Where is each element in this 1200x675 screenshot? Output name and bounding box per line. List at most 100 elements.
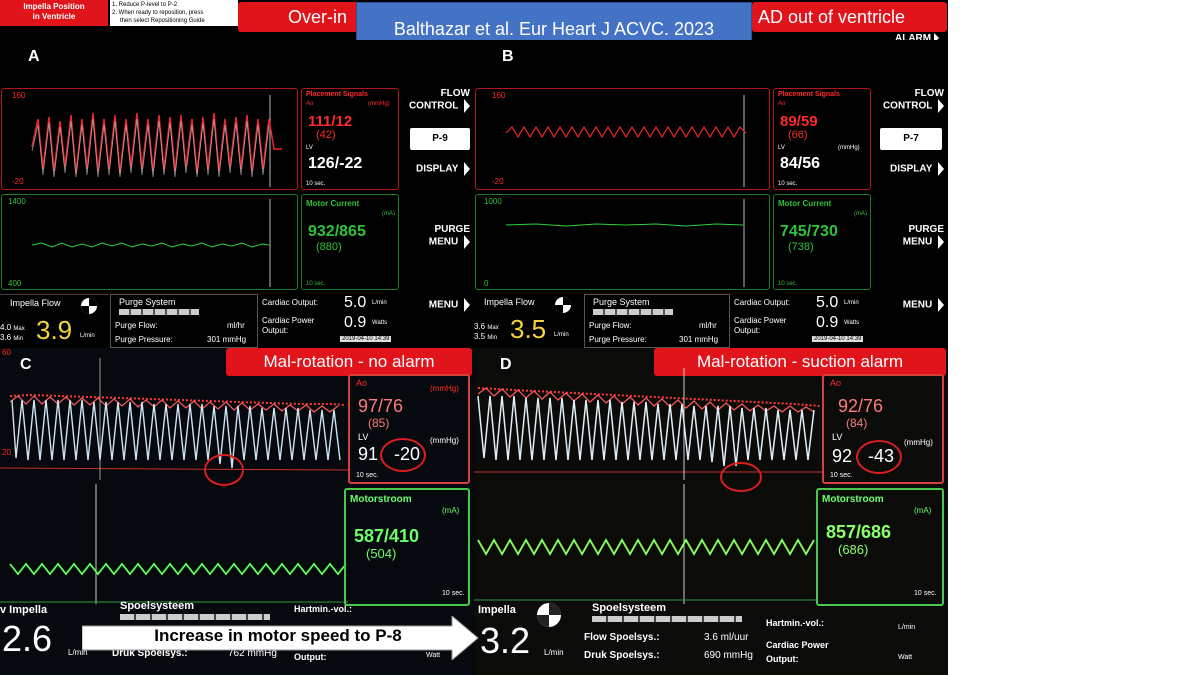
pressure-waveform-panel-b: 160 -20 (475, 88, 770, 190)
panel-a: A 160 -20 Placement Signals Ao (mmHg) 11… (0, 40, 474, 348)
timestamp-b: 2019-04-10 14:39 (812, 336, 864, 342)
pressure-waveform-d (474, 368, 822, 480)
motor-title-c: Motorstroom (350, 494, 412, 505)
instruction-line-3: then select Repositioning Guide (120, 18, 205, 24)
impella-flow-label: Impella Flow (10, 298, 61, 308)
flow-unit-d: L/min (544, 648, 564, 657)
menu-arrow-icon-b (938, 298, 944, 312)
ao-pressure-mean-c: (85) (368, 416, 390, 430)
flow-control-button[interactable]: FLOW CONTROL (404, 88, 470, 113)
motor-trace-d (477, 538, 815, 556)
motor-trace-c (9, 562, 347, 576)
motor-readout-d: Motorstroom (mA) 857/686 (686) 10 sec. (816, 488, 944, 606)
motor-current-title-b: Motor Current (778, 199, 832, 208)
flow-min-b: 3.5 Min (474, 332, 498, 341)
flow-control-arrow-icon-b (938, 99, 944, 113)
flow-control-button-b[interactable]: FLOW CONTROL (874, 88, 944, 113)
placement-signals-panel-b: Placement Signals Ao 89/59 (66) LV (mmHg… (773, 88, 871, 190)
cardiac-output-box-b: Cardiac Output: 5.0 L/min Cardiac Power … (732, 294, 872, 348)
purge-pressure-label-b: Purge Pressure: (589, 335, 647, 344)
motor-current-value: 932/865 (308, 223, 366, 240)
lv-pressure-value-b: 84/56 (780, 155, 821, 172)
lv-pressure-value: 126/-22 (308, 155, 363, 172)
motor-unit-c: (mA) (442, 506, 460, 515)
flow-unit-b: L/min (554, 332, 569, 338)
lv-systolic-d: 92 (832, 446, 853, 466)
purge-menu-button-b[interactable]: PURGE MENU (874, 224, 944, 249)
arrow-caption: Increase in motor speed to P-8 (154, 626, 402, 645)
placement-signals-title: Placement Signals (306, 91, 368, 98)
flow-value-d: 3.2 (480, 620, 531, 661)
motor-current-value-b: 745/730 (780, 223, 838, 240)
motor-title-d: Motorstroom (822, 494, 884, 505)
menu-button[interactable]: MENU (404, 298, 470, 312)
pressure-readout-d: Ao 92/76 (84) LV (mmHg) 92 -43 10 sec. (822, 374, 944, 484)
lv-trace-d (477, 395, 815, 467)
display-button-b[interactable]: DISPLAY (874, 162, 944, 176)
purge-pressure-label: Purge Pressure: (115, 335, 173, 344)
motor-waveform (31, 199, 271, 287)
druk-label-d: Druk Spoelsys.: (584, 650, 660, 661)
ao-unit: (mmHg) (368, 101, 390, 107)
impella-label-d: Impella (478, 604, 516, 616)
cardiac-output-label-b: Cardiac Output: (734, 298, 791, 307)
flow-control-label: FLOW CONTROL (408, 88, 470, 112)
alarm-banner-right: AD out of ventricle (752, 2, 947, 32)
cardiac-output-unit: L/min (372, 300, 387, 306)
menu-button-b[interactable]: MENU (874, 298, 944, 312)
purge-system-label-b: Purge System (593, 297, 650, 307)
motor-waveform-d (474, 484, 818, 604)
display-button[interactable]: DISPLAY (404, 162, 470, 176)
flow-spoel-value-d: 3.6 ml/uur (704, 632, 749, 643)
flow-max: 4.0 Max (0, 323, 25, 332)
display-label: DISPLAY (415, 163, 459, 175)
motor-current-title: Motor Current (306, 199, 360, 208)
instruction-box: 1. Reduce P-level to P-2 2. When ready t… (110, 0, 238, 26)
ao-pressure-value-c: 97/76 (358, 396, 404, 416)
output-label-d: Output: (766, 654, 799, 664)
purge-flow-unit-b: ml/hr (699, 321, 717, 330)
motor-mean-c: (504) (366, 546, 397, 561)
cardiac-power-label: Cardiac Power Output: (262, 316, 315, 335)
purge-menu-arrow-icon (464, 235, 470, 249)
flow-unit: L/min (80, 333, 95, 339)
ao-label-c: Ao (356, 378, 368, 388)
ao-pressure-value-b: 89/59 (780, 113, 818, 130)
motor-current-waveform-panel: 1400 400 (1, 194, 298, 290)
lv-systolic-c: 91 (358, 444, 379, 464)
ao-pressure-mean-b: (66) (788, 129, 808, 141)
motor-ten-sec: 10 sec. (306, 281, 326, 287)
cardiac-power-label-d: Cardiac Power (766, 640, 829, 650)
rotor-icon (81, 298, 97, 314)
cardiac-output-value: 5.0 (344, 294, 367, 311)
suction-highlight-circle-c (204, 454, 244, 486)
lv-highlight-circle-d (856, 440, 902, 474)
flow-value-c: 2.6 (2, 618, 53, 659)
motor-current-waveform-panel-b: 1000 0 (475, 194, 770, 290)
cardiac-power-value-b: 0.9 (816, 314, 839, 331)
pressure-waveform-c (0, 358, 348, 480)
lv-highlight-circle-c (380, 438, 426, 472)
watt-label-d: Watt (898, 654, 913, 661)
menu-label-b: MENU (902, 299, 933, 311)
flow-spoel-label-d: Flow Spoelsys.: (584, 632, 660, 643)
motor-ten-sec-c: 10 sec. (442, 590, 465, 597)
ao-pressure-value: 111/12 (308, 113, 353, 130)
lv-label-d: LV (832, 432, 843, 442)
ao-label: Ao (306, 101, 314, 107)
impella-position-badge: Impella Position in Ventricle (0, 0, 108, 26)
ao-label-d: Ao (830, 378, 842, 388)
pressure-trace-b (505, 125, 747, 139)
p-level-button[interactable]: P-9 (410, 128, 470, 150)
panel-d: D Mal-rotation - suction alarm Ao 92/76 … (474, 348, 948, 675)
purge-menu-button[interactable]: PURGE MENU (404, 224, 470, 249)
p-level-button-b[interactable]: P-7 (880, 128, 942, 150)
motor-waveform-c (0, 484, 348, 604)
alarm-banner-left: Over-in (238, 2, 358, 32)
flow-max-b: 3.6 Max (474, 322, 499, 331)
cardiac-power-label-b: Cardiac Power Output: (734, 316, 787, 335)
flow-value-b: 3.5 (510, 314, 547, 344)
cardiac-output-label: Cardiac Output: (262, 298, 319, 307)
flow-control-label-b: FLOW CONTROL (882, 88, 944, 112)
display-arrow-icon (464, 162, 470, 176)
